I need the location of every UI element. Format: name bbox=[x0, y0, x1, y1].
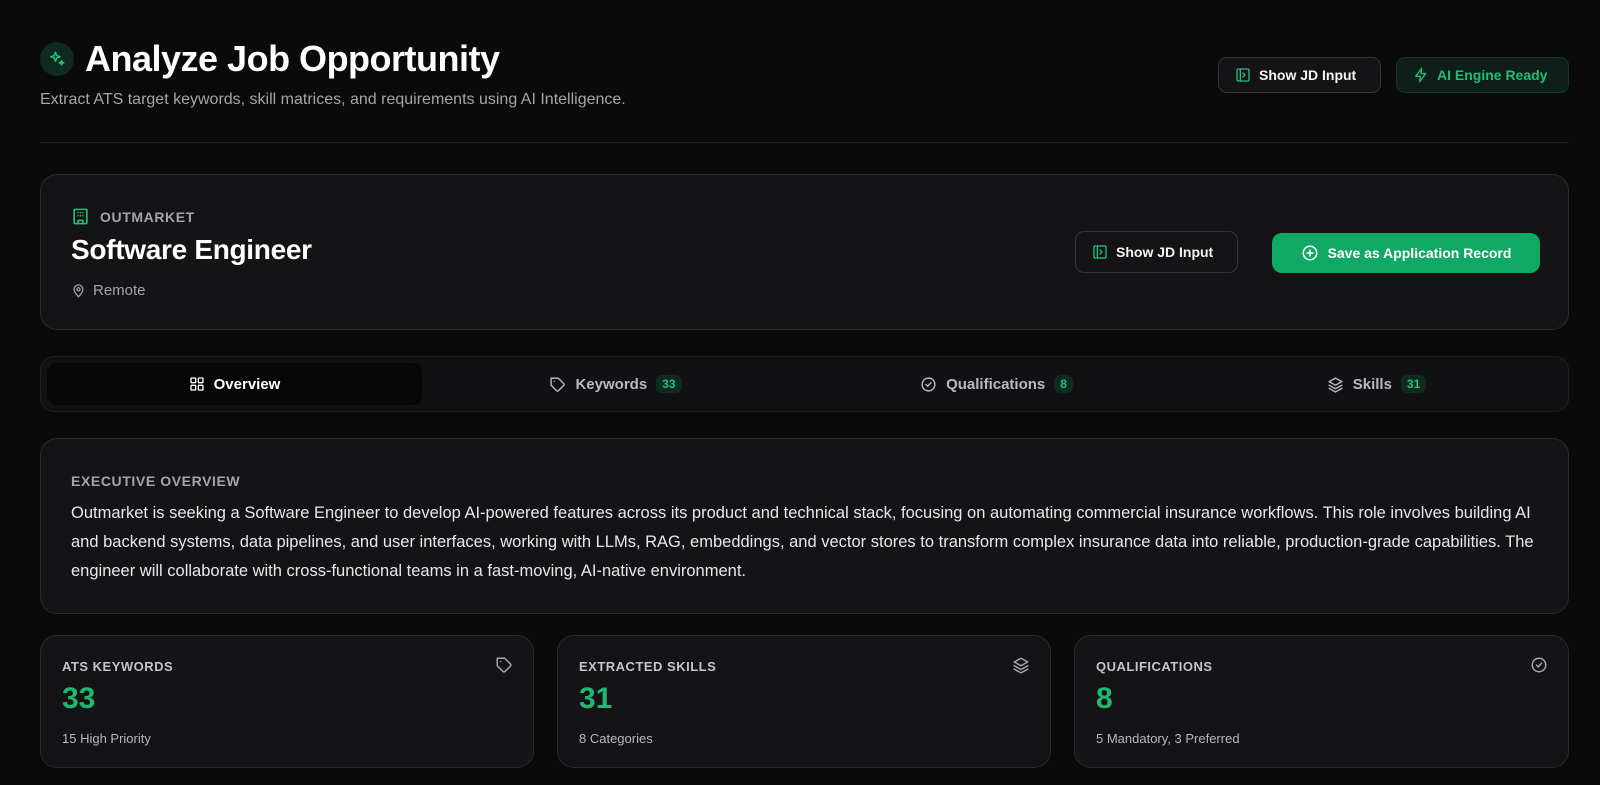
panel-icon bbox=[1235, 67, 1251, 83]
plus-circle-icon bbox=[1301, 244, 1319, 262]
job-title: Software Engineer bbox=[71, 234, 312, 265]
analyze-job-page: Analyze Job Opportunity Extract ATS targ… bbox=[0, 0, 1600, 785]
check-circle-icon bbox=[920, 376, 937, 393]
extracted-skills-card: EXTRACTED SKILLS 31 8 Categories bbox=[557, 635, 1051, 768]
map-pin-icon bbox=[71, 283, 86, 298]
qualifications-card: QUALIFICATIONS 8 5 Mandatory, 3 Preferre… bbox=[1074, 635, 1569, 768]
job-summary-card: OUTMARKET Software Engineer Remote Show … bbox=[40, 174, 1569, 330]
stat-label: ATS KEYWORDS bbox=[62, 659, 174, 674]
page-title: Analyze Job Opportunity bbox=[85, 38, 500, 79]
tag-icon bbox=[549, 376, 566, 393]
header-divider bbox=[40, 142, 1569, 143]
lightning-icon bbox=[1413, 67, 1429, 83]
show-jd-input-button[interactable]: Show JD Input bbox=[1075, 231, 1238, 273]
stat-value: 8 bbox=[1096, 682, 1113, 715]
save-application-record-label: Save as Application Record bbox=[1327, 245, 1512, 261]
company-name: OUTMARKET bbox=[71, 207, 195, 226]
tab-qualifications[interactable]: Qualifications 8 bbox=[809, 363, 1184, 405]
show-jd-input-button-header[interactable]: Show JD Input bbox=[1218, 57, 1381, 93]
grid-icon bbox=[189, 376, 205, 392]
tab-qualifications-count: 8 bbox=[1054, 375, 1073, 393]
executive-overview-text: Outmarket is seeking a Software Engineer… bbox=[71, 504, 1534, 580]
ats-keywords-card: ATS KEYWORDS 33 15 High Priority bbox=[40, 635, 534, 768]
tab-skills[interactable]: Skills 31 bbox=[1189, 363, 1564, 405]
sparkles-icon bbox=[40, 42, 74, 76]
tab-skills-label: Skills bbox=[1352, 375, 1392, 393]
panel-icon bbox=[1092, 244, 1108, 260]
tab-keywords-count: 33 bbox=[656, 375, 682, 393]
tag-icon bbox=[495, 656, 513, 674]
tab-keywords[interactable]: Keywords 33 bbox=[428, 363, 803, 405]
executive-overview-heading: EXECUTIVE OVERVIEW bbox=[71, 473, 241, 489]
show-jd-input-label: Show JD Input bbox=[1116, 244, 1214, 260]
building-icon bbox=[71, 207, 90, 226]
tab-overview[interactable]: Overview bbox=[47, 363, 422, 405]
ai-engine-status-badge: AI Engine Ready bbox=[1396, 57, 1569, 93]
tab-overview-label: Overview bbox=[213, 375, 281, 393]
layers-icon bbox=[1327, 376, 1344, 393]
tab-keywords-label: Keywords bbox=[575, 375, 648, 393]
executive-overview-card: EXECUTIVE OVERVIEW Outmarket is seeking … bbox=[40, 438, 1569, 614]
job-location: Remote bbox=[71, 282, 146, 299]
stat-label: QUALIFICATIONS bbox=[1096, 659, 1213, 674]
ai-engine-status-label: AI Engine Ready bbox=[1437, 67, 1548, 83]
location-label: Remote bbox=[93, 282, 146, 299]
stat-subtext: 15 High Priority bbox=[62, 731, 151, 746]
tab-qualifications-label: Qualifications bbox=[946, 375, 1046, 393]
stat-subtext: 8 Categories bbox=[579, 731, 653, 746]
stat-value: 33 bbox=[62, 682, 96, 715]
save-application-record-button[interactable]: Save as Application Record bbox=[1272, 233, 1540, 273]
check-circle-icon bbox=[1530, 656, 1548, 674]
show-jd-input-label: Show JD Input bbox=[1259, 67, 1357, 83]
page-subtitle: Extract ATS target keywords, skill matri… bbox=[40, 91, 626, 108]
layers-icon bbox=[1012, 656, 1030, 674]
stat-subtext: 5 Mandatory, 3 Preferred bbox=[1096, 731, 1240, 746]
stat-value: 31 bbox=[579, 682, 613, 715]
analysis-tabs: Overview Keywords 33 Qualifications 8 Sk… bbox=[40, 356, 1569, 412]
tab-skills-count: 31 bbox=[1400, 375, 1427, 393]
stat-label: EXTRACTED SKILLS bbox=[579, 659, 717, 674]
company-label: OUTMARKET bbox=[100, 208, 195, 225]
